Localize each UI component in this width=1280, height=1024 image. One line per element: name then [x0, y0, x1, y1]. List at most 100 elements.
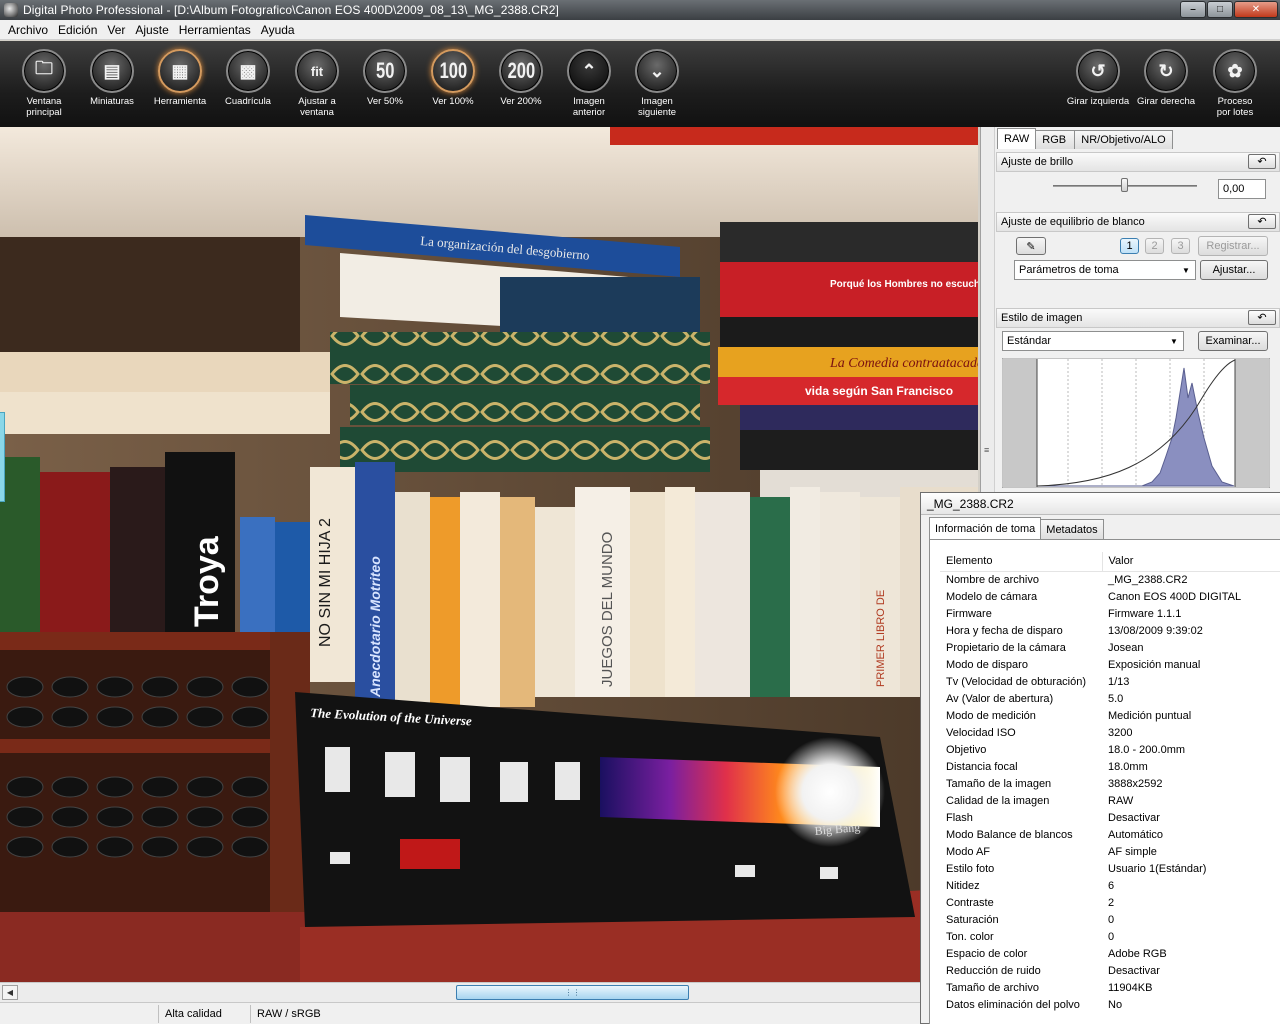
menu-ayuda[interactable]: Ayuda	[256, 23, 300, 37]
chevron-down-icon: ▼	[1170, 336, 1178, 346]
window-title: Digital Photo Professional - [D:\Album F…	[23, 3, 559, 17]
view-50-label: Ver 50%	[367, 96, 403, 107]
menu-archivo[interactable]: Archivo	[3, 23, 53, 37]
book-title-san-francisco: vida según San Francisco	[805, 384, 953, 398]
tab-raw[interactable]: RAW	[997, 128, 1037, 149]
rotate-left-icon: ↺	[1090, 60, 1106, 81]
book-title-no-sin-mi-hija: NO SIN MI HIJA 2	[317, 518, 334, 647]
view-200-button[interactable]: 200 Ver 200%	[487, 49, 555, 107]
info-value: 11904KB	[1108, 981, 1153, 994]
info-key: Estilo foto	[946, 862, 995, 875]
info-value: 6	[1108, 879, 1115, 892]
white-balance-title: Ajuste de equilibrio de blanco	[1001, 216, 1145, 228]
table-row: Velocidad ISO 3200	[940, 724, 1280, 741]
wb-preset-3-button[interactable]: 3	[1171, 238, 1190, 254]
info-key: Modo Balance de blancos	[946, 828, 1073, 841]
batch-process-button[interactable]: ✿ Proceso por lotes	[1201, 49, 1269, 118]
picture-style-select[interactable]: Estándar ▼	[1002, 331, 1184, 351]
scroll-left-icon[interactable]: ◀	[2, 985, 18, 1000]
info-pane: Elemento Valor Nombre de archivo _MG_2388…	[929, 539, 1280, 1024]
wb-adjust-button[interactable]: Ajustar...	[1200, 260, 1268, 280]
status-quality: Alta calidad	[158, 1004, 250, 1023]
picture-style-section-header: Estilo de imagen ↶	[996, 308, 1280, 328]
fit-window-button[interactable]: fit Ajustar a ventana	[283, 49, 351, 118]
wb-mode-select[interactable]: Parámetros de toma ▼	[1014, 260, 1196, 280]
thumbnails-button[interactable]: ▤ Miniaturas	[78, 49, 146, 107]
menu-ver[interactable]: Ver	[102, 23, 130, 37]
book-title-juegos: JUEGOS DEL MUNDO	[599, 532, 616, 687]
book-title-troya: Troya	[188, 535, 226, 627]
close-icon[interactable]: ✕	[1234, 1, 1278, 18]
horizontal-scrollbar[interactable]: ◀ ⋮⋮	[0, 982, 978, 1002]
tool-palette-tabs: RAW RGB NR/Objetivo/ALO	[997, 128, 1173, 149]
menu-edicion[interactable]: Edición	[53, 23, 102, 37]
eyedropper-icon[interactable]: ✎	[1016, 237, 1046, 255]
scrollbar-thumb[interactable]: ⋮⋮	[456, 985, 689, 1000]
maximize-icon[interactable]: □	[1207, 1, 1233, 18]
info-value: Usuario 1(Estándar)	[1108, 862, 1207, 875]
wb-preset-2-button[interactable]: 2	[1145, 238, 1164, 254]
rotate-left-button[interactable]: ↺ Girar izquierda	[1064, 49, 1132, 107]
column-header-valor[interactable]: Valor	[1101, 552, 1280, 572]
info-value: Desactivar	[1108, 811, 1160, 824]
tab-metadatos[interactable]: Metadatos	[1040, 519, 1104, 539]
table-row: Av (Valor de abertura) 5.0	[940, 690, 1280, 707]
tab-informacion-de-toma[interactable]: Información de toma	[929, 517, 1042, 539]
info-key: Tv (Velocidad de obturación)	[946, 675, 1087, 688]
info-value: 2	[1108, 896, 1115, 909]
image-viewer[interactable]: La organización del desgobierno Porqué l…	[0, 127, 978, 982]
info-value: 3888x2592	[1108, 777, 1163, 790]
info-value: Automático	[1108, 828, 1164, 841]
panel-collapse-handle[interactable]	[0, 412, 5, 502]
grid-label: Cuadrícula	[225, 96, 271, 107]
histogram[interactable]	[1002, 358, 1270, 488]
picture-style-reset-icon[interactable]: ↶	[1248, 310, 1276, 325]
chevron-down-icon: ▼	[1182, 265, 1190, 275]
batch-process-icon: ✿	[1227, 60, 1243, 81]
menu-ajuste[interactable]: Ajuste	[130, 23, 173, 37]
table-row: Tamaño de la imagen 3888x2592	[940, 775, 1280, 792]
tab-nr-objetivo-alo[interactable]: NR/Objetivo/ALO	[1074, 130, 1173, 149]
wb-preset-1-button[interactable]: 1	[1120, 238, 1139, 254]
info-value: 0	[1108, 930, 1115, 943]
info-key: Modelo de cámara	[946, 590, 1038, 603]
table-row: Estilo foto Usuario 1(Estándar)	[940, 860, 1280, 877]
table-row: Hora y fecha de disparo 13/08/2009 9:39:0…	[940, 622, 1280, 639]
view-100-button[interactable]: 100 Ver 100%	[419, 49, 487, 107]
grid-icon: ▩	[239, 60, 257, 81]
info-window: _MG_2388.CR2 Información de toma Metadat…	[920, 492, 1280, 1024]
grid-button[interactable]: ▩ Cuadrícula	[214, 49, 282, 107]
tool-palette-button[interactable]: ▦ Herramienta	[146, 49, 214, 107]
tab-rgb[interactable]: RGB	[1035, 130, 1076, 149]
tool-palette-scrollbar[interactable]: ≡	[981, 127, 995, 492]
view-50-button[interactable]: 50 Ver 50%	[351, 49, 419, 107]
tool-palette-label: Herramienta	[153, 96, 207, 107]
info-key: Tamaño de archivo	[946, 981, 1039, 994]
table-row: Flash Desactivar	[940, 809, 1280, 826]
next-image-button[interactable]: ⌄ Imagen siguiente	[623, 49, 691, 118]
info-key: Objetivo	[946, 743, 987, 756]
menu-herramientas[interactable]: Herramientas	[174, 23, 256, 37]
rotate-right-button[interactable]: ↻ Girar derecha	[1132, 49, 1200, 107]
wb-register-button[interactable]: Registrar...	[1198, 236, 1268, 256]
column-header-elemento[interactable]: Elemento	[940, 552, 1102, 572]
previous-image-button[interactable]: ⌃ Imagen anterior	[555, 49, 623, 118]
main-window-button[interactable]: 🗀 Ventana principal	[10, 49, 78, 118]
brightness-value-field[interactable]: 0,00	[1218, 179, 1266, 199]
table-row: Calidad de la imagen RAW	[940, 792, 1280, 809]
book-title-comedia: La Comedia contraatacada	[829, 356, 978, 371]
brightness-section-header: Ajuste de brillo ↶	[996, 152, 1280, 172]
info-value: 18.0 - 200.0mm	[1108, 743, 1186, 756]
info-value: 18.0mm	[1108, 760, 1148, 773]
picture-style-browse-button[interactable]: Examinar...	[1198, 331, 1268, 351]
info-value: Adobe RGB	[1108, 947, 1167, 960]
main-window-label: Ventana principal	[26, 96, 62, 118]
table-row: Objetivo 18.0 - 200.0mm	[940, 741, 1280, 758]
minimize-icon[interactable]: –	[1180, 1, 1206, 18]
info-key: Espacio de color	[946, 947, 1028, 960]
menu-bar: Archivo Edición Ver Ajuste Herramientas …	[0, 20, 1280, 40]
table-row: Reducción de ruido Desactivar	[940, 962, 1280, 979]
brightness-slider-thumb[interactable]	[1121, 178, 1128, 192]
white-balance-reset-icon[interactable]: ↶	[1248, 214, 1276, 229]
brightness-reset-icon[interactable]: ↶	[1248, 154, 1276, 169]
